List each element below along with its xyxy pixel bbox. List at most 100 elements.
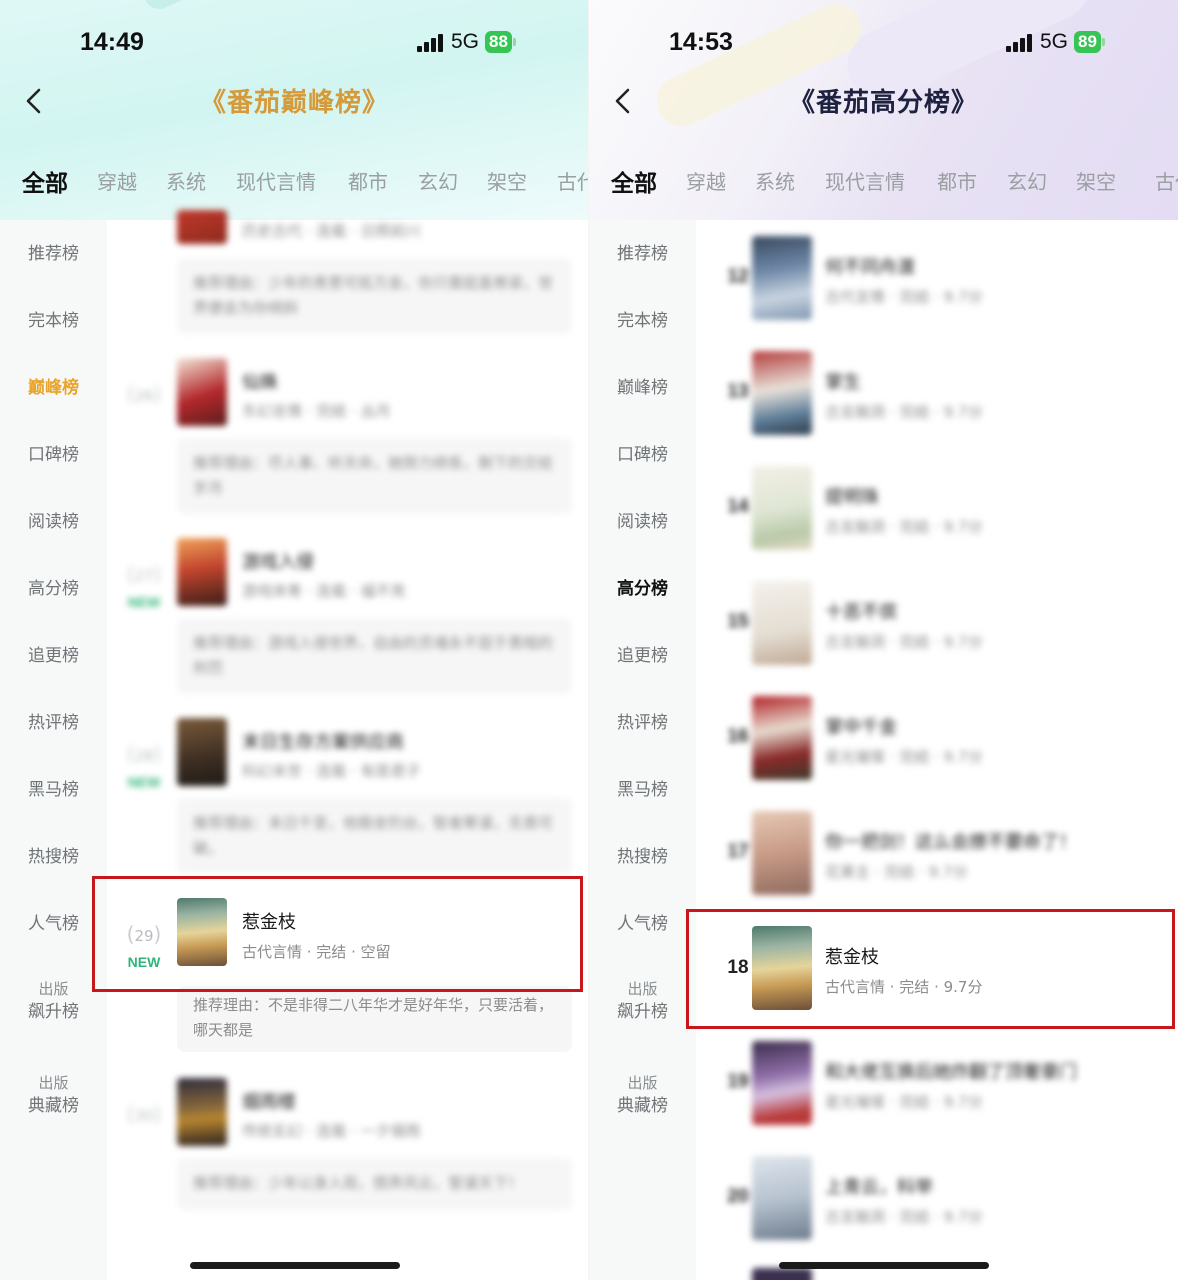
status-time: 14:53 <box>669 28 733 56</box>
sidebar-item-completed[interactable]: 完本榜 <box>589 309 696 333</box>
battery-icon: 89 <box>1074 31 1105 53</box>
tab-alt-history[interactable]: 架空 <box>1076 166 1116 195</box>
sidebar-item-popularity[interactable]: 人气榜 <box>0 912 107 936</box>
book-title: 掌中千金 <box>825 717 897 738</box>
status-bar: 14:49 5G 88 <box>0 24 589 64</box>
book-meta: 传统玄幻 · 连载 · 一夕烟雨 <box>242 1122 421 1140</box>
page-title: 《番茄巅峰榜》 <box>199 88 389 118</box>
sidebar-item-hot-search[interactable]: 热搜榜 <box>0 845 107 869</box>
rank-badge: (26) <box>126 382 162 406</box>
book-meta: 星光璀璨 · 完结 · 9.7分 <box>825 1093 983 1111</box>
tab-alt-history[interactable]: 架空 <box>487 166 527 195</box>
sidebar-item-following[interactable]: 追更榜 <box>0 644 107 668</box>
book-title: 和大佬互换后她炸翻了顶奢豪门 <box>825 1062 1077 1083</box>
sidebar-item-hot-comments[interactable]: 热评榜 <box>0 711 107 735</box>
book-title: 提明珠 <box>825 487 879 508</box>
signal-icon <box>1006 32 1032 52</box>
network-label: 5G <box>1040 30 1069 53</box>
sidebar-item-publish-rising[interactable]: 出版 飙升榜 <box>589 978 696 1024</box>
book-cover <box>177 538 227 606</box>
book-meta: 古言脑洞 · 完结 · 9.7分 <box>825 403 983 421</box>
battery-level: 89 <box>1074 31 1101 53</box>
book-cover <box>752 466 812 550</box>
sidebar-item-following[interactable]: 追更榜 <box>589 644 696 668</box>
book-list: 历史古代 · 连载 · 日照前川 推荐理由：少年的青葱可抵万金，你只需挺直脊梁，… <box>107 210 589 1280</box>
tab-time-travel[interactable]: 穿越 <box>686 166 726 195</box>
book-cover <box>752 1268 812 1280</box>
book-cover <box>752 811 812 895</box>
signal-icon <box>417 32 443 52</box>
book-title: 游戏入侵 <box>242 552 314 573</box>
sidebar-item-recommend[interactable]: 推荐榜 <box>0 242 107 266</box>
tab-urban[interactable]: 都市 <box>348 166 388 195</box>
sidebar-item-publish-collection[interactable]: 出版 典藏榜 <box>589 1072 696 1118</box>
rank-badge: (28) <box>126 742 162 766</box>
book-cover <box>177 210 227 244</box>
tab-modern-romance[interactable]: 现代言情 <box>236 166 316 195</box>
sidebar-item-publish-rising[interactable]: 出版 飙升榜 <box>0 978 107 1024</box>
book-meta: 古言脑洞 · 完结 · 9.7分 <box>825 518 983 536</box>
book-title: 仙姝 <box>242 372 278 393</box>
home-indicator[interactable] <box>779 1262 989 1269</box>
sidebar-item-hot-comments[interactable]: 热评榜 <box>589 711 696 735</box>
tab-system[interactable]: 系统 <box>755 166 795 195</box>
tab-fantasy[interactable]: 玄幻 <box>1007 166 1047 195</box>
category-tabs: 全部 穿越 系统 现代言情 都市 玄幻 架空 古代 <box>0 160 589 204</box>
sidebar-item-peak[interactable]: 巅峰榜 <box>589 376 696 400</box>
rank-badge: (30) <box>126 1102 162 1126</box>
book-cover <box>177 1078 227 1146</box>
book-title: 上青云，科举 <box>825 1177 933 1198</box>
book-title: 末日生存方案供应商 <box>242 732 404 753</box>
book-cover <box>752 581 812 665</box>
sidebar-item-peak[interactable]: 巅峰榜 <box>0 376 107 400</box>
tab-all[interactable]: 全部 <box>611 164 657 198</box>
sidebar-item-reading[interactable]: 阅读榜 <box>0 510 107 534</box>
recommend-reason: 推荐理由：少年以身入局，搅弄风云，誓谋天下！ <box>177 1158 572 1210</box>
nav-bar: 《番茄高分榜》 <box>589 76 1178 126</box>
book-cover <box>752 236 812 320</box>
tab-all[interactable]: 全部 <box>22 164 68 198</box>
sidebar-item-high-score[interactable]: 高分榜 <box>589 577 696 601</box>
sidebar-item-completed[interactable]: 完本榜 <box>0 309 107 333</box>
sidebar-item-dark-horse[interactable]: 黑马榜 <box>589 778 696 802</box>
book-cover <box>177 358 227 426</box>
tab-urban[interactable]: 都市 <box>937 166 977 195</box>
sidebar-item-reading[interactable]: 阅读榜 <box>589 510 696 534</box>
new-badge: NEW <box>127 594 161 610</box>
right-screenshot: 14:53 5G 89 《番茄高分榜》 全部 穿越 系统 现代言情 都市 玄幻 … <box>589 0 1178 1280</box>
book-meta: 古代言情 · 完结 · 9.7分 <box>825 288 983 306</box>
recommend-reason: 推荐理由：游戏入侵世界，自由的灵魂永不屈于黑暗的刑罚 <box>177 618 572 694</box>
tab-system[interactable]: 系统 <box>166 166 206 195</box>
tab-time-travel[interactable]: 穿越 <box>97 166 137 195</box>
sidebar-item-reputation[interactable]: 口碑榜 <box>0 443 107 467</box>
sidebar-item-popularity[interactable]: 人气榜 <box>589 912 696 936</box>
tab-ancient[interactable]: 古代 <box>557 166 589 195</box>
sidebar-item-reputation[interactable]: 口碑榜 <box>589 443 696 467</box>
book-meta: 科幻末世 · 连载 · 有匪君子 <box>242 762 421 780</box>
sidebar-item-recommend[interactable]: 推荐榜 <box>589 242 696 266</box>
left-screenshot: 14:49 5G 88 《番茄巅峰榜》 全部 穿越 系统 现代言情 都市 玄幻 … <box>0 0 589 1280</box>
book-title: 何不同舟渡 <box>825 257 915 278</box>
sidebar-item-high-score[interactable]: 高分榜 <box>0 577 107 601</box>
battery-icon: 88 <box>485 31 516 53</box>
home-indicator[interactable] <box>190 1262 400 1269</box>
book-cover <box>752 1041 812 1125</box>
book-title: 你一把剑！这么会撩不要命了！ <box>825 832 1077 853</box>
network-label: 5G <box>451 30 480 53</box>
page-title: 《番茄高分榜》 <box>788 88 978 118</box>
recommend-reason: 推荐理由：末日千变，他稳坐钓台，智者筹谋，无畏可破。 <box>177 798 572 874</box>
sidebar-item-publish-collection[interactable]: 出版 典藏榜 <box>0 1072 107 1118</box>
book-cover <box>752 351 812 435</box>
book-cover <box>177 718 227 786</box>
sidebar-item-dark-horse[interactable]: 黑马榜 <box>0 778 107 802</box>
tab-fantasy[interactable]: 玄幻 <box>418 166 458 195</box>
highlight-frame <box>92 876 583 992</box>
book-meta: 游戏体育 · 连载 · 福不亮 <box>242 582 406 600</box>
tab-modern-romance[interactable]: 现代言情 <box>825 166 905 195</box>
sidebar-item-hot-search[interactable]: 热搜榜 <box>589 845 696 869</box>
book-meta: 星光璀璨 · 完结 · 9.7分 <box>825 748 983 766</box>
book-meta: 古言脑洞 · 完结 · 9.7分 <box>825 1208 983 1226</box>
book-meta: 历史古代 · 连载 · 日照前川 <box>242 222 421 240</box>
book-cover <box>752 1156 812 1240</box>
tab-ancient[interactable]: 古代 <box>1155 166 1178 195</box>
